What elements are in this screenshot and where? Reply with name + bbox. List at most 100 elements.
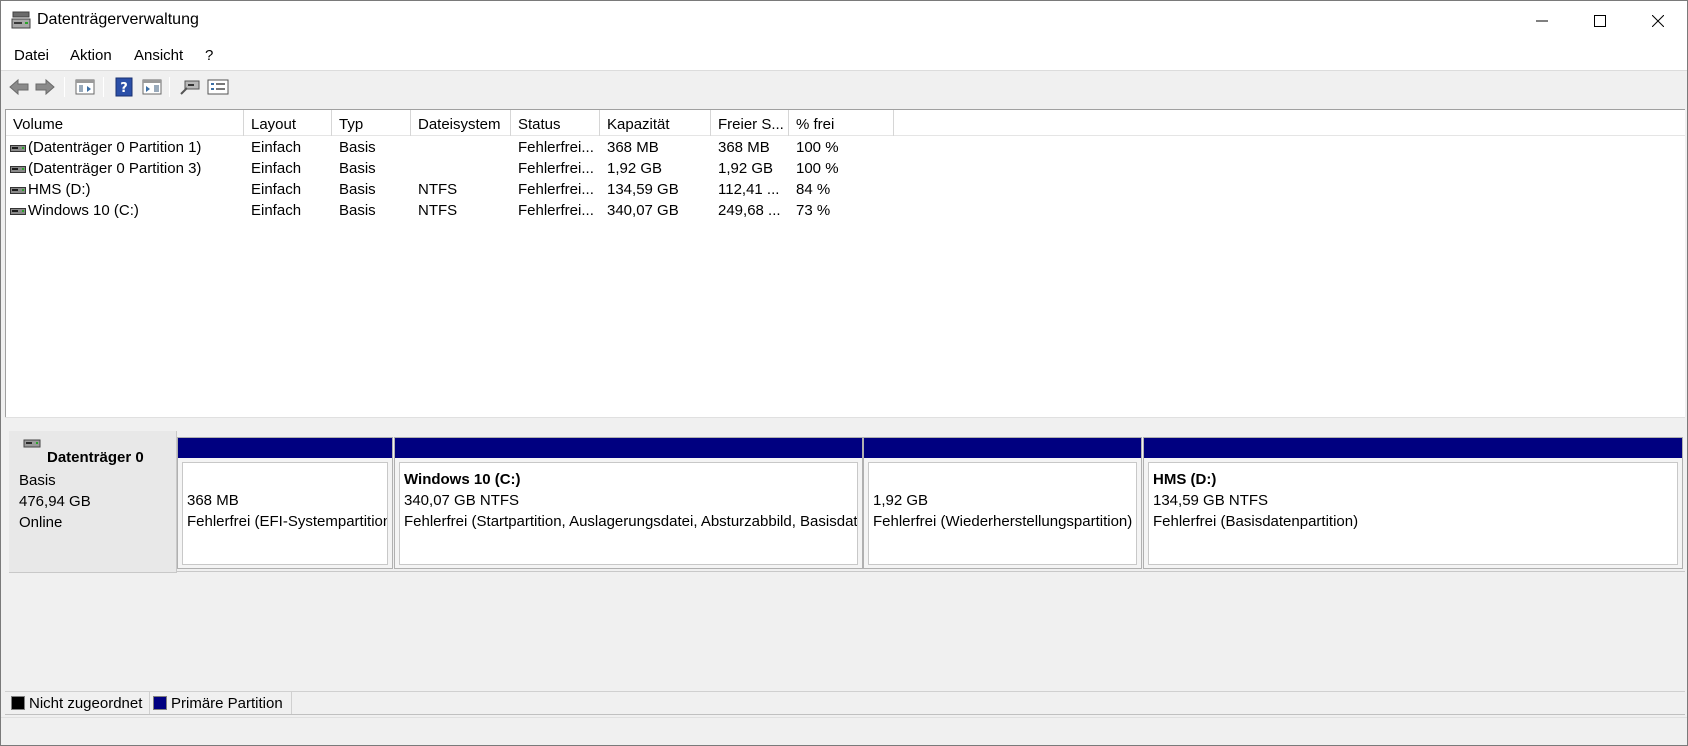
menu-help[interactable]: ?: [205, 47, 213, 64]
partition-size: 368 MB: [187, 492, 239, 509]
column-typ[interactable]: Typ: [332, 110, 411, 136]
maximize-button[interactable]: [1571, 1, 1629, 41]
partition-body: 368 MB Fehlerfrei (EFI-Systempartition): [182, 462, 388, 565]
volume-row[interactable]: (Datenträger 0 Partition 1) Einfach Basis F…: [6, 137, 1685, 159]
legend-separator: [291, 692, 292, 714]
pane-splitter[interactable]: [5, 417, 1685, 423]
toolbar-separator: [64, 77, 65, 97]
partition-title: HMS (D:): [1153, 471, 1217, 488]
minimize-button[interactable]: [1513, 1, 1571, 41]
column-kapazitaet[interactable]: Kapazität: [600, 110, 711, 136]
partition-recovery[interactable]: 1,92 GB Fehlerfrei (Wiederherstellungspa…: [863, 437, 1142, 569]
volume-list[interactable]: Volume Layout Typ Dateisystem Status Kap…: [5, 109, 1685, 417]
cell-type: Basis: [339, 181, 376, 198]
partition-body: 1,92 GB Fehlerfrei (Wiederherstellungspa…: [868, 462, 1137, 565]
help-icon[interactable]: ?: [112, 76, 136, 98]
partition-status: Fehlerfrei (Basisdatenpartition): [1153, 513, 1359, 530]
primary-partition-bar: [395, 438, 862, 458]
partition-efi[interactable]: 368 MB Fehlerfrei (EFI-Systempartition): [177, 437, 393, 569]
cell-layout: Einfach: [251, 202, 302, 219]
disk-name: Datenträger 0: [47, 449, 144, 466]
cell-layout: Einfach: [251, 139, 302, 156]
cell-percent: 100 %: [796, 139, 839, 156]
legend-swatch-unallocated: [11, 696, 25, 710]
partition-body: HMS (D:) 134,59 GB NTFS Fehlerfrei (Basi…: [1148, 462, 1678, 565]
volume-drive-icon: [10, 141, 26, 152]
volume-drive-icon: [10, 204, 26, 215]
disk-0-label[interactable]: Datenträger 0 Basis 476,94 GB Online: [9, 431, 177, 573]
cell-volume: (Datenträger 0 Partition 3): [28, 160, 202, 177]
menu-aktion[interactable]: Aktion: [70, 47, 112, 64]
cell-percent: 100 %: [796, 160, 839, 177]
volume-row[interactable]: Windows 10 (C:) Einfach Basis NTFS Fehlerfre…: [6, 200, 1685, 222]
close-button[interactable]: [1629, 1, 1687, 41]
disk-state: Online: [19, 514, 63, 531]
volume-row[interactable]: (Datenträger 0 Partition 3) Einfach Basis F…: [6, 158, 1685, 180]
action-pane-icon[interactable]: [140, 76, 164, 98]
primary-partition-bar: [1144, 438, 1682, 458]
cell-status: Fehlerfrei...: [518, 160, 594, 177]
volume-list-header: Volume Layout Typ Dateisystem Status Kap…: [6, 110, 1685, 136]
partition-body: Windows 10 (C:) 340,07 GB NTFS Fehlerfre…: [399, 462, 858, 565]
menu-bar: Datei Aktion Ansicht ?: [1, 41, 1687, 71]
legend-swatch-primary: [153, 696, 167, 710]
cell-type: Basis: [339, 202, 376, 219]
title-bar: Datenträgerverwaltung: [1, 1, 1687, 41]
cell-capacity: 340,07 GB: [607, 202, 679, 219]
legend-label-unallocated: Nicht zugeordnet: [29, 695, 143, 712]
partition-size: 340,07 GB NTFS: [404, 492, 520, 509]
column-prozent-frei[interactable]: % frei: [789, 110, 894, 136]
column-dateisystem[interactable]: Dateisystem: [411, 110, 511, 136]
legend-label-primary: Primäre Partition: [171, 695, 283, 712]
cell-status: Fehlerfrei...: [518, 139, 594, 156]
disk-row-divider: [177, 571, 1685, 572]
partition-status: Fehlerfrei (Startpartition, Auslagerungs…: [404, 513, 858, 530]
cell-layout: Einfach: [251, 160, 302, 177]
disk-management-app-icon: [11, 11, 31, 29]
disk-list-icon[interactable]: [206, 76, 230, 98]
cell-type: Basis: [339, 160, 376, 177]
disk-type: Basis: [19, 472, 56, 489]
partition-status: Fehlerfrei (Wiederherstellungspartition): [873, 513, 1133, 530]
partition-size: 1,92 GB: [873, 492, 929, 509]
cell-filesystem: NTFS: [418, 181, 458, 198]
cell-percent: 84 %: [796, 181, 831, 198]
column-status[interactable]: Status: [511, 110, 600, 136]
cell-free: 368 MB: [718, 139, 770, 156]
status-bar: [1, 717, 1687, 745]
legend-separator: [149, 692, 150, 714]
disk-drive-icon: [23, 437, 41, 454]
column-layout[interactable]: Layout: [244, 110, 332, 136]
cell-volume: HMS (D:): [28, 181, 91, 198]
disk-graphical-view: Datenträger 0 Basis 476,94 GB Online 368…: [5, 425, 1685, 691]
partition-title: Windows 10 (C:): [404, 471, 521, 488]
cell-volume: Windows 10 (C:): [28, 202, 139, 219]
primary-partition-bar: [178, 438, 392, 458]
disk-size: 476,94 GB: [19, 493, 91, 510]
cell-free: 1,92 GB: [718, 160, 774, 177]
forward-arrow-icon[interactable]: [33, 76, 57, 98]
menu-ansicht[interactable]: Ansicht: [134, 47, 183, 64]
cell-filesystem: NTFS: [418, 202, 458, 219]
cell-volume: (Datenträger 0 Partition 1): [28, 139, 202, 156]
back-arrow-icon[interactable]: [7, 76, 31, 98]
column-freier-speicher[interactable]: Freier S...: [711, 110, 789, 136]
toolbar: ?: [1, 72, 1687, 104]
column-volume[interactable]: Volume: [6, 110, 244, 136]
disk-properties-icon[interactable]: [178, 76, 202, 98]
cell-capacity: 1,92 GB: [607, 160, 663, 177]
console-tree-icon[interactable]: [73, 76, 97, 98]
cell-layout: Einfach: [251, 181, 302, 198]
cell-type: Basis: [339, 139, 376, 156]
menu-datei[interactable]: Datei: [14, 47, 49, 64]
cell-status: Fehlerfrei...: [518, 181, 594, 198]
cell-percent: 73 %: [796, 202, 831, 219]
partition-hms-d[interactable]: HMS (D:) 134,59 GB NTFS Fehlerfrei (Basi…: [1143, 437, 1683, 569]
partition-windows-c[interactable]: Windows 10 (C:) 340,07 GB NTFS Fehlerfre…: [394, 437, 863, 569]
disk-management-window: Datenträgerverwaltung Datei Aktion Ansic…: [0, 0, 1688, 746]
window-title: Datenträgerverwaltung: [37, 11, 199, 28]
toolbar-separator: [169, 77, 170, 97]
cell-capacity: 134,59 GB: [607, 181, 679, 198]
volume-row[interactable]: HMS (D:) Einfach Basis NTFS Fehlerfrei... 134…: [6, 179, 1685, 201]
partition-size: 134,59 GB NTFS: [1153, 492, 1269, 509]
